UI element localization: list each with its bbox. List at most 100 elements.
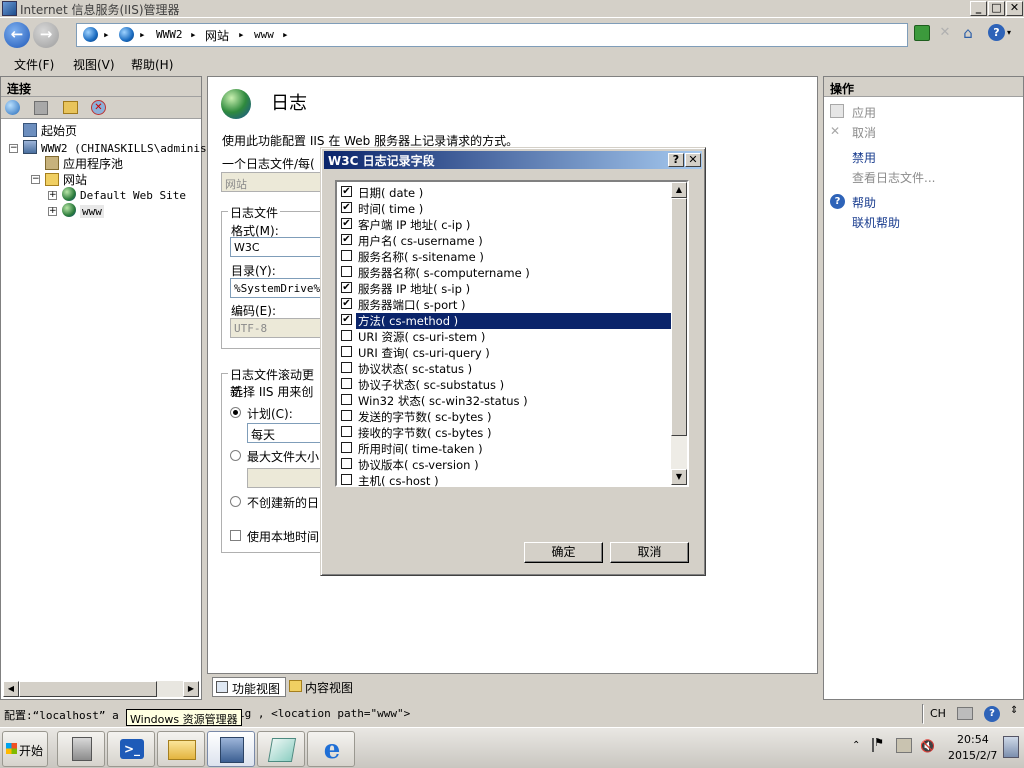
action-help[interactable]: 帮助 <box>852 194 876 211</box>
show-hidden-icons[interactable]: ⌃ <box>852 740 860 751</box>
field-item[interactable]: Win32 状态( sc-win32-status ) <box>339 392 673 408</box>
breadcrumb-server[interactable]: WWW2 <box>156 28 183 41</box>
language-help-icon[interactable]: ? <box>984 706 1000 722</box>
field-item[interactable]: ✔ 用户名( cs-username ) <box>339 232 673 248</box>
field-item[interactable]: 接收的字节数( cs-bytes ) <box>339 424 673 440</box>
no-new-log-radio[interactable] <box>230 496 241 507</box>
field-item[interactable]: ✔ 日期( date ) <box>339 184 673 200</box>
checkbox-unchecked[interactable] <box>341 250 352 261</box>
field-item[interactable]: 服务名称( s-sitename ) <box>339 248 673 264</box>
scroll-thumb[interactable] <box>671 198 687 436</box>
tab-features-view[interactable]: 功能视图 <box>212 677 286 697</box>
action-cancel[interactable]: 取消 <box>852 124 876 141</box>
field-item[interactable]: 服务器名称( s-computername ) <box>339 264 673 280</box>
help-menu-icon[interactable]: ? <box>988 24 1005 41</box>
field-item[interactable]: ✔ 时间( time ) <box>339 200 673 216</box>
tree-item-www[interactable]: www <box>62 203 104 218</box>
folder-up-icon[interactable] <box>63 101 78 114</box>
checkbox-unchecked[interactable] <box>341 378 352 389</box>
field-item[interactable]: 协议子状态( sc-substatus ) <box>339 376 673 392</box>
action-center-flag-icon[interactable]: ⚑ <box>872 737 886 752</box>
maximize-button[interactable]: □ <box>988 1 1005 16</box>
tree-item-apppools[interactable]: 应用程序池 <box>45 155 123 172</box>
one-log-select[interactable]: 网站 <box>221 172 321 192</box>
powershell-button[interactable]: >_ <box>107 731 155 767</box>
input-language[interactable]: CH <box>930 707 946 720</box>
field-item[interactable]: URI 资源( cs-uri-stem ) <box>339 328 673 344</box>
scroll-up-button[interactable]: ▲ <box>671 182 687 198</box>
checkbox-unchecked[interactable] <box>341 330 352 341</box>
internet-explorer-button[interactable]: e <box>307 731 355 767</box>
checkbox-unchecked[interactable] <box>341 266 352 277</box>
clock-time[interactable]: 20:54 <box>957 733 989 746</box>
menu-file[interactable]: 文件(F) <box>14 56 54 73</box>
disconnect-icon[interactable]: ✕ <box>91 100 106 115</box>
field-item[interactable]: 发送的字节数( sc-bytes ) <box>339 408 673 424</box>
field-item[interactable]: URI 查询( cs-uri-query ) <box>339 344 673 360</box>
fields-vertical-scrollbar[interactable]: ▲ ▼ <box>671 182 687 485</box>
dialog-help-button[interactable]: ? <box>668 153 684 167</box>
home-icon[interactable]: ⌂ <box>959 24 977 42</box>
tree-item-sites[interactable]: 网站 <box>45 171 87 188</box>
checkbox-unchecked[interactable] <box>341 474 352 485</box>
action-apply[interactable]: 应用 <box>852 104 876 121</box>
max-size-input[interactable] <box>247 468 321 488</box>
scroll-right-button[interactable]: ▶ <box>183 681 199 697</box>
notepad-button[interactable] <box>257 731 305 767</box>
schedule-select[interactable]: 每天 <box>247 423 321 443</box>
field-item[interactable]: ✔ 方法( cs-method ) <box>339 312 673 329</box>
language-options-icon[interactable]: ⇕ <box>1010 705 1018 716</box>
dialog-close-button[interactable]: ✕ <box>685 153 701 167</box>
tree-item-default-site[interactable]: Default Web Site <box>62 187 186 202</box>
save-icon[interactable] <box>34 101 48 115</box>
field-item[interactable]: 主机( cs-host ) <box>339 472 673 488</box>
scroll-thumb[interactable] <box>19 681 157 697</box>
checkbox-unchecked[interactable] <box>341 362 352 373</box>
checkbox-checked[interactable]: ✔ <box>341 186 352 197</box>
tree-collapse-server[interactable]: − <box>9 144 18 153</box>
checkbox-checked[interactable]: ✔ <box>341 282 352 293</box>
network-icon[interactable] <box>896 738 912 753</box>
menu-help[interactable]: 帮助(H) <box>131 56 173 73</box>
volume-muted-icon[interactable]: 🔇 <box>920 738 936 754</box>
refresh-icon[interactable] <box>914 25 930 41</box>
checkbox-checked[interactable]: ✔ <box>341 202 352 213</box>
field-item[interactable]: 协议版本( cs-version ) <box>339 456 673 472</box>
checkbox-unchecked[interactable] <box>341 394 352 405</box>
menu-view[interactable]: 视图(V) <box>73 56 115 73</box>
cancel-button[interactable]: 取消 <box>610 542 689 563</box>
ok-button[interactable]: 确定 <box>524 542 603 563</box>
start-button[interactable]: 开始 <box>2 731 48 767</box>
close-button[interactable]: ✕ <box>1006 1 1023 16</box>
scroll-down-button[interactable]: ▼ <box>671 469 687 485</box>
max-size-radio[interactable] <box>230 450 241 461</box>
explorer-button[interactable] <box>157 731 205 767</box>
action-online-help[interactable]: 联机帮助 <box>852 214 900 231</box>
scroll-left-button[interactable]: ◀ <box>3 681 19 697</box>
connect-icon[interactable] <box>5 100 20 115</box>
forward-button[interactable]: → <box>33 22 59 48</box>
breadcrumb-sites[interactable]: 网站 <box>205 27 229 44</box>
field-item[interactable]: ✔ 客户端 IP 地址( c-ip ) <box>339 216 673 232</box>
keyboard-icon[interactable] <box>957 707 973 720</box>
checkbox-unchecked[interactable] <box>341 458 352 469</box>
checkbox-unchecked[interactable] <box>341 426 352 437</box>
directory-input[interactable]: %SystemDrive%\i <box>230 278 321 298</box>
checkbox-checked[interactable]: ✔ <box>341 234 352 245</box>
field-item[interactable]: ✔ 服务器 IP 地址( s-ip ) <box>339 280 673 296</box>
checkbox-unchecked[interactable] <box>341 410 352 421</box>
action-view-logs[interactable]: 查看日志文件... <box>852 169 935 186</box>
back-button[interactable]: ← <box>4 22 30 48</box>
local-time-checkbox[interactable] <box>230 530 241 541</box>
checkbox-checked[interactable]: ✔ <box>341 298 352 309</box>
stop-icon[interactable]: ✕ <box>937 25 953 41</box>
address-bar[interactable]: ▸ ▸ WWW2 ▸ 网站 ▸ www ▸ <box>76 23 908 47</box>
field-item[interactable]: 所用时间( time-taken ) <box>339 440 673 456</box>
iis-manager-button[interactable] <box>207 731 255 767</box>
encoding-select[interactable]: UTF-8 <box>230 318 321 338</box>
tree-collapse-sites[interactable]: − <box>31 175 40 184</box>
field-item[interactable]: 协议状态( sc-status ) <box>339 360 673 376</box>
show-desktop-button[interactable] <box>1003 736 1019 758</box>
tree-item-start[interactable]: 起始页 <box>23 122 77 139</box>
minimize-button[interactable]: _ <box>970 1 987 16</box>
